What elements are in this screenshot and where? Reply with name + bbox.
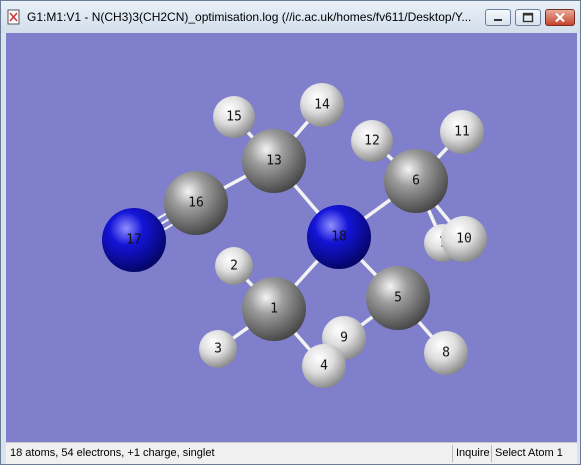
minimize-icon: [494, 19, 502, 21]
selection-indicator: Select Atom 1: [495, 447, 563, 459]
status-bar: 18 atoms, 54 electrons, +1 charge, singl…: [6, 442, 577, 464]
atom-label: 13: [266, 154, 282, 169]
mode-indicator: Inquire: [456, 447, 490, 459]
status-divider: [491, 445, 492, 462]
atom-label: 3: [214, 342, 222, 357]
atom-h-4[interactable]: 4: [302, 344, 346, 388]
maximize-button[interactable]: [515, 9, 541, 26]
atom-label: 11: [454, 125, 470, 140]
atom-label: 5: [394, 291, 402, 306]
molecule-canvas[interactable]: 151412111316171867102195348: [6, 33, 577, 442]
molecule-info-text: 18 atoms, 54 electrons, +1 charge, singl…: [10, 447, 215, 459]
atom-h-14[interactable]: 14: [300, 83, 344, 127]
molecule-viewer-window: G1:M1:V1 - N(CH3)3(CH2CN)_optimisation.l…: [0, 0, 581, 465]
atom-c-16[interactable]: 16: [164, 171, 228, 235]
atoms-layer: 151412111316171867102195348: [102, 83, 487, 388]
atom-label: 12: [364, 134, 380, 149]
atom-h-12[interactable]: 12: [351, 120, 393, 162]
minimize-button[interactable]: [485, 9, 511, 26]
atom-label: 14: [314, 98, 330, 113]
atom-label: 2: [230, 259, 238, 274]
atom-c-5[interactable]: 5: [366, 266, 430, 330]
atom-h-10[interactable]: 10: [441, 216, 487, 262]
atom-h-11[interactable]: 11: [440, 110, 484, 154]
atom-label: 9: [340, 331, 348, 346]
atom-n-18[interactable]: 18: [307, 205, 371, 269]
close-icon: [555, 12, 565, 23]
atom-label: 8: [442, 346, 450, 361]
status-divider: [452, 445, 453, 462]
atom-h-15[interactable]: 15: [213, 96, 255, 138]
atom-label: 1: [270, 302, 278, 317]
atom-c-13[interactable]: 13: [242, 129, 306, 193]
title-bar[interactable]: G1:M1:V1 - N(CH3)3(CH2CN)_optimisation.l…: [1, 1, 580, 33]
maximize-icon: [522, 12, 534, 23]
molecule-viewport[interactable]: 151412111316171867102195348: [6, 33, 577, 442]
atom-label: 17: [126, 233, 142, 248]
atom-h-2[interactable]: 2: [215, 247, 253, 285]
atom-label: 15: [226, 110, 242, 125]
atom-label: 6: [412, 174, 420, 189]
window-title: G1:M1:V1 - N(CH3)3(CH2CN)_optimisation.l…: [27, 10, 472, 24]
atom-label: 18: [331, 230, 347, 245]
atom-h-3[interactable]: 3: [199, 330, 237, 368]
atom-label: 4: [320, 359, 328, 374]
atom-c-1[interactable]: 1: [242, 277, 306, 341]
atom-label: 10: [456, 232, 472, 247]
document-icon: [7, 9, 20, 25]
close-button[interactable]: [545, 9, 575, 26]
atom-c-6[interactable]: 6: [384, 149, 448, 213]
atom-label: 16: [188, 196, 204, 211]
atom-h-8[interactable]: 8: [424, 331, 468, 375]
atom-n-17[interactable]: 17: [102, 208, 166, 272]
